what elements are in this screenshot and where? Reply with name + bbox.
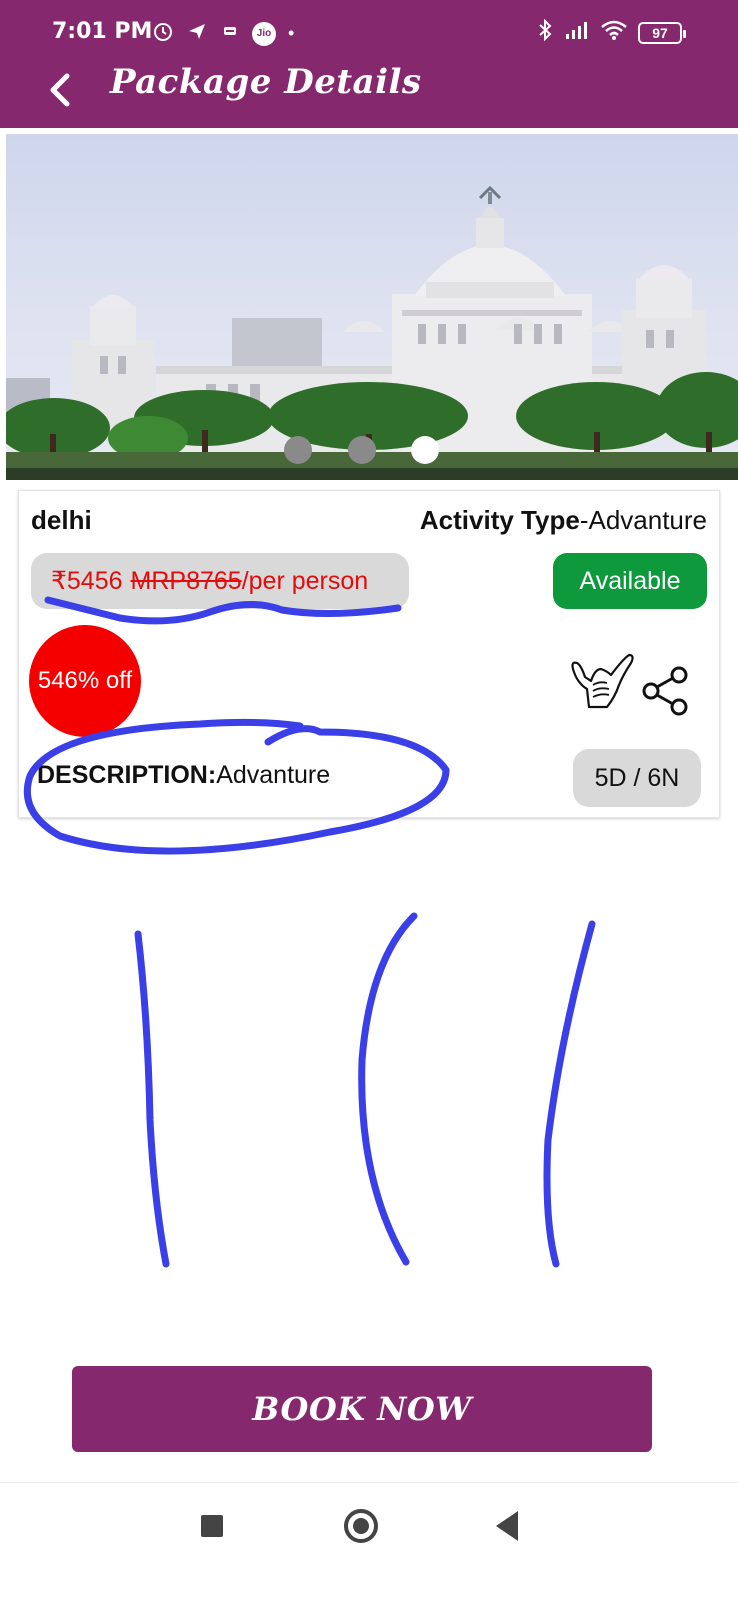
carousel-dot-2[interactable] — [348, 436, 376, 464]
dot-icon: • — [288, 23, 295, 43]
activity-type-value: -Advanture — [579, 505, 707, 535]
price-pill: ₹5456 MRP8765 /per person — [31, 553, 409, 609]
activity-type-label: Activity Type — [419, 505, 580, 535]
app-header: 7:01 PM Jio • 97 Package Details — [0, 0, 738, 128]
duration-badge: 5D / 6N — [573, 749, 701, 807]
share-icon — [642, 666, 688, 716]
description-value: Advanture — [216, 761, 331, 789]
shaka-hand-icon[interactable] — [567, 649, 637, 711]
book-now-button[interactable]: BOOK NOW — [72, 1366, 652, 1452]
per-person-label: /per person — [241, 566, 369, 595]
system-nav-bar — [0, 1482, 738, 1600]
activity-type: Activity Type-Advanture — [420, 505, 707, 536]
annotation-stroke-3 — [543, 920, 596, 1268]
carousel-dot-3-active[interactable] — [411, 436, 439, 464]
back-icon[interactable] — [496, 1511, 518, 1541]
battery-icon: 97 — [638, 21, 686, 44]
description-label: DESCRIPTION: — [37, 761, 217, 789]
availability-badge: Available — [553, 553, 707, 609]
share-button[interactable] — [641, 665, 691, 717]
annotation-stroke-1 — [134, 930, 170, 1268]
alarm-icon — [152, 20, 174, 47]
home-icon[interactable] — [344, 1509, 378, 1543]
package-image — [6, 185, 738, 480]
signal-icon — [564, 20, 590, 45]
wifi-icon — [600, 19, 628, 46]
discount-badge: 546% off — [29, 625, 141, 737]
bluetooth-icon — [536, 18, 554, 46]
back-button[interactable] — [40, 68, 80, 112]
status-time: 7:01 PM — [52, 19, 153, 44]
package-image-carousel[interactable] — [6, 134, 738, 480]
jio-icon: Jio — [252, 21, 276, 46]
package-price: ₹5456 — [51, 567, 123, 595]
carousel-dot-1[interactable] — [284, 436, 312, 464]
chevron-left-icon — [50, 73, 70, 107]
annotation-stroke-2 — [358, 912, 418, 1266]
status-system-icons: 97 — [536, 18, 686, 46]
package-city: delhi — [31, 505, 92, 535]
recent-apps-icon[interactable] — [201, 1515, 223, 1537]
page-title: Package Details — [110, 62, 422, 102]
app-icon — [220, 21, 240, 46]
status-notification-icons: Jio • — [152, 20, 294, 47]
package-description: DESCRIPTION:Advanture — [37, 761, 330, 790]
package-details-screen: 7:01 PM Jio • 97 Package Details delhi A… — [0, 0, 738, 1600]
location-icon — [186, 20, 208, 47]
package-info-card: delhi Activity Type-Advanture ₹5456 MRP8… — [18, 490, 720, 818]
package-mrp: MRP8765 — [130, 566, 242, 595]
